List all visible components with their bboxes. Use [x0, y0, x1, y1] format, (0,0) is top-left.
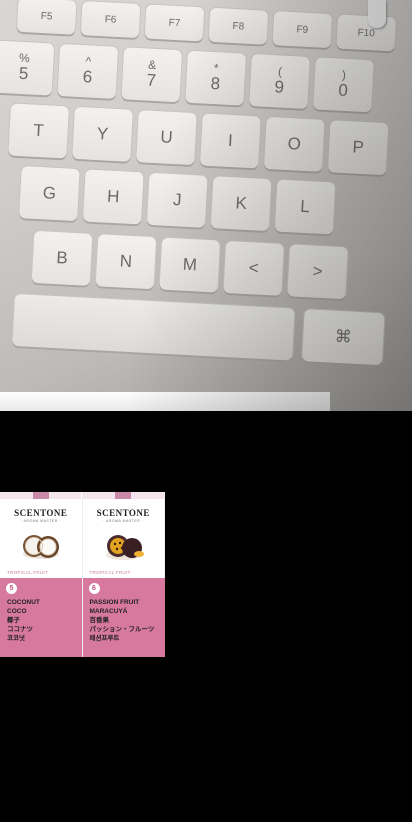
card-stripe	[82, 492, 165, 499]
keyboard-photo: F5 F6 F7 F8 F9 F10 % 5 ^ 6 & 7 * 8 (9 ) 0 T Y…	[0, 0, 412, 411]
coconut-icon	[23, 535, 59, 559]
card-number: 5	[6, 583, 17, 594]
scent-card-coconut: SCENTONE · AROMA MASTER · TROPICAL FRUIT…	[0, 492, 83, 657]
card-name-en: COCONUT	[7, 599, 40, 606]
card-name-ko: 코코넛	[7, 635, 25, 642]
key-f10: F10	[336, 14, 397, 52]
card-name-ja: パッション・フルーツ	[89, 626, 155, 633]
key-j: J	[146, 172, 208, 228]
keyboard-frame-edge	[0, 392, 330, 411]
key-y: Y	[72, 106, 133, 162]
key-f6: F6	[80, 1, 141, 39]
key-o: O	[263, 116, 325, 172]
card-name-en: PASSION FRUIT	[89, 599, 140, 606]
key-9: (9	[249, 53, 310, 109]
key-b: B	[31, 230, 93, 286]
key-space	[12, 293, 295, 361]
key-m: M	[159, 237, 221, 293]
card-name-es: MARACUYÁ	[89, 608, 128, 615]
key-period: >	[287, 244, 348, 300]
passion-fruit-icon	[105, 535, 144, 560]
key-f5: F5	[16, 0, 77, 35]
key-n: N	[95, 234, 157, 290]
card-stripe	[0, 492, 82, 499]
key-f7: F7	[144, 4, 205, 42]
key-p: P	[327, 120, 389, 176]
key-7: & 7	[121, 47, 183, 103]
card-name-ja: ココナツ	[7, 626, 33, 633]
brand-tagline: · AROMA MASTER ·	[103, 519, 144, 523]
key-i: I	[200, 113, 261, 169]
brand-tagline: · AROMA MASTER ·	[20, 519, 61, 523]
keyboard: F5 F6 F7 F8 F9 F10 % 5 ^ 6 & 7 * 8 (9 ) 0 T Y…	[0, 0, 412, 411]
brand-name: SCENTONE	[96, 508, 150, 518]
card-info-panel: 6 PASSION FRUIT MARACUYÁ 百香果 パッション・フルーツ …	[82, 578, 165, 657]
key-t: T	[8, 103, 69, 159]
card-category: TROPICAL FRUIT	[7, 570, 49, 575]
key-u: U	[136, 110, 197, 166]
key-6: ^ 6	[57, 43, 119, 99]
card-info-panel: 5 COCONUT COCO 椰子 ココナツ 코코넛	[0, 578, 82, 657]
key-5: % 5	[0, 40, 55, 96]
key-l: L	[274, 179, 336, 235]
key-f9: F9	[272, 11, 333, 49]
scent-card-passion-fruit: SCENTONE · AROMA MASTER · TROPICAL FRUIT…	[82, 492, 165, 657]
key-k: K	[210, 176, 272, 232]
card-names: COCONUT COCO 椰子 ココナツ 코코넛	[7, 598, 40, 643]
cable	[368, 0, 386, 28]
key-g: G	[19, 166, 80, 222]
key-comma: <	[223, 240, 285, 296]
card-name-zh: 百香果	[89, 617, 110, 624]
key-h: H	[82, 169, 144, 225]
scent-cards: SCENTONE · AROMA MASTER · TROPICAL FRUIT…	[0, 492, 165, 657]
key-8: * 8	[185, 50, 246, 106]
key-f8: F8	[208, 7, 269, 45]
card-name-zh: 椰子	[7, 617, 20, 624]
card-name-es: COCO	[7, 608, 27, 615]
brand-name: SCENTONE	[14, 508, 68, 518]
card-name-ko: 패션프루트	[89, 635, 120, 642]
key-0: ) 0	[313, 57, 374, 113]
card-category: TROPICAL FRUIT	[89, 570, 131, 575]
card-names: PASSION FRUIT MARACUYÁ 百香果 パッション・フルーツ 패션…	[90, 598, 155, 643]
card-number: 6	[88, 583, 100, 594]
key-command: ⌘	[301, 309, 385, 366]
